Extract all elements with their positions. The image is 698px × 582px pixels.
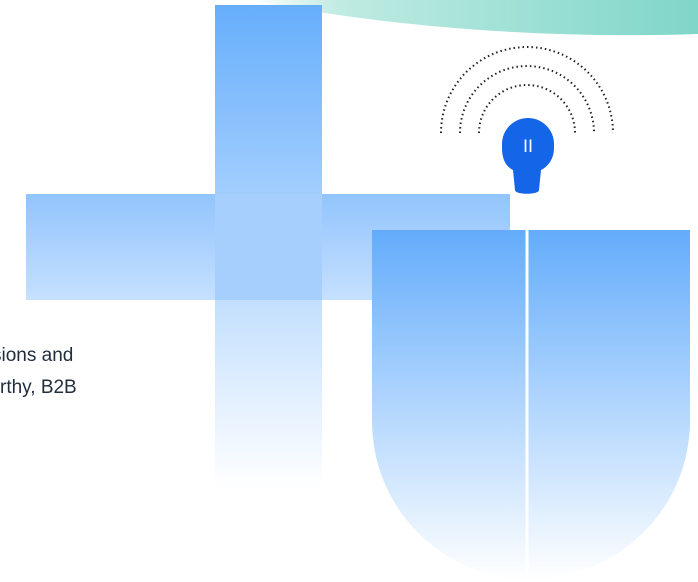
body-text-line-1: sions and [0, 345, 74, 366]
hero-illustration: II [26, 0, 698, 582]
body-text: sions and rthy, B2B [0, 340, 77, 404]
body-text-line-2: rthy, B2B [0, 377, 77, 398]
broadcast-icon: II [440, 46, 614, 194]
pause-glyph: II [523, 137, 533, 157]
shield-icon [372, 230, 690, 582]
